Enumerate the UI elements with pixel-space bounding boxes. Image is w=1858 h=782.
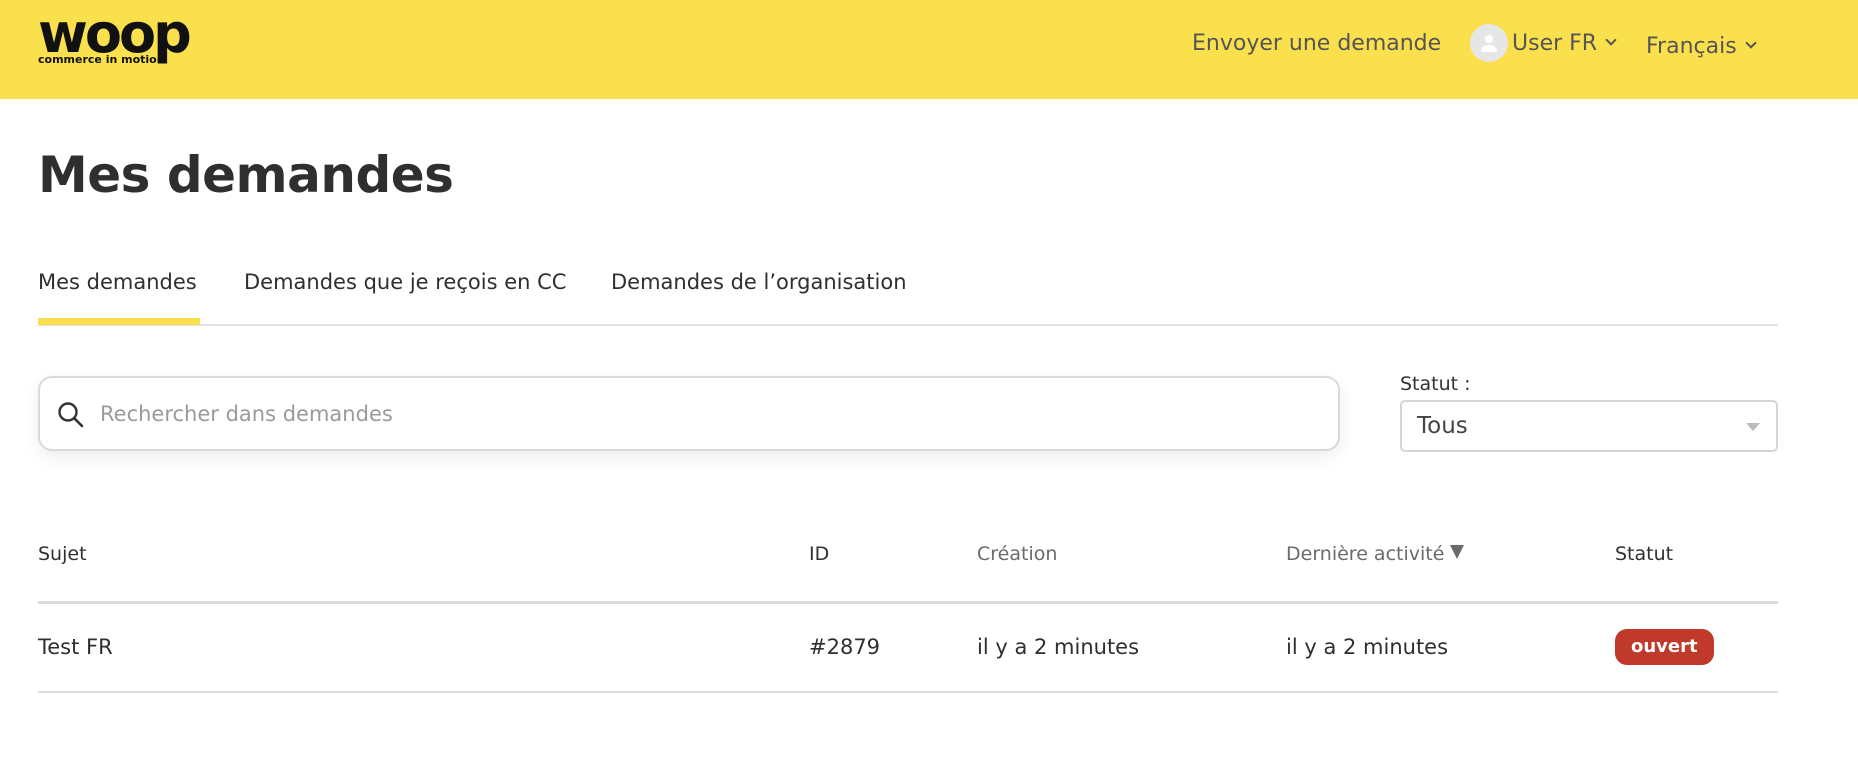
column-header-subject: Sujet [38, 543, 87, 565]
search-input[interactable] [100, 382, 1320, 446]
search-box [38, 376, 1340, 451]
active-tab-indicator [38, 318, 200, 325]
column-header-last-activity[interactable]: Dernière activité [1286, 543, 1465, 565]
user-icon [1481, 35, 1497, 52]
language-selector[interactable]: Français [1646, 3, 1757, 89]
tab-cc-requests[interactable]: Demandes que je reçois en CC [244, 270, 566, 294]
column-header-id: ID [809, 543, 830, 565]
sort-desc-icon [1450, 545, 1465, 559]
column-header-created[interactable]: Création [977, 543, 1057, 565]
status-filter-select[interactable]: Tous [1400, 400, 1778, 452]
submit-request-link[interactable]: Envoyer une demande [1192, 0, 1441, 86]
search-icon [58, 402, 84, 428]
top-header: woop commerce in motion Envoyer une dema… [0, 0, 1858, 99]
woop-logo[interactable]: woop commerce in motion [38, 6, 198, 70]
caret-down-icon [1746, 423, 1760, 431]
row-subject-link[interactable]: Test FR [38, 635, 113, 659]
user-name: User FR [1512, 30, 1598, 56]
language-label: Français [1646, 33, 1737, 59]
tab-my-requests[interactable]: Mes demandes [38, 270, 197, 294]
status-badge: ouvert [1615, 629, 1714, 665]
user-menu[interactable]: User FR [1470, 0, 1617, 86]
column-header-last-activity-label: Dernière activité [1286, 543, 1445, 565]
row-last-activity: il y a 2 minutes [1286, 635, 1449, 659]
tab-bar: Mes demandes Demandes que je reçois en C… [38, 266, 1778, 326]
logo-tagline: commerce in motion [38, 53, 165, 66]
chevron-down-icon [1745, 37, 1757, 49]
tab-organization-requests[interactable]: Demandes de l’organisation [611, 270, 907, 294]
row-id: #2879 [809, 635, 881, 659]
row-created: il y a 2 minutes [977, 635, 1140, 659]
page-title: Mes demandes [38, 146, 454, 204]
avatar [1470, 24, 1508, 62]
status-filter-label: Statut : [1400, 373, 1471, 395]
column-header-status: Statut [1615, 543, 1674, 565]
table-row-divider [38, 691, 1778, 693]
table-header-divider [38, 601, 1778, 604]
status-filter-value: Tous [1417, 413, 1468, 439]
chevron-down-icon [1605, 34, 1617, 46]
